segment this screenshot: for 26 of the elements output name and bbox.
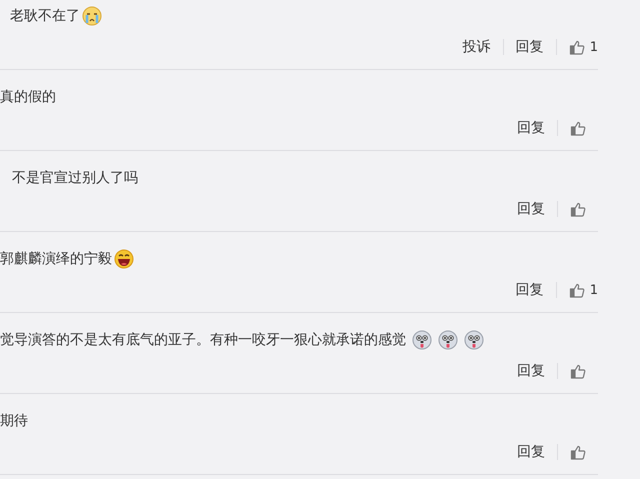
comment-text: 不是官宣过别人了吗 <box>12 169 138 187</box>
dog-face-icon <box>412 330 432 350</box>
dog-face-icon <box>438 330 458 350</box>
reply-link[interactable]: 回复 <box>517 362 545 380</box>
dog-face-icon <box>464 330 484 350</box>
reply-link[interactable]: 回复 <box>517 200 545 218</box>
like-count: 1 <box>590 40 598 54</box>
comment-text: 觉导演答的不是太有底气的亚子。有种一咬牙一狠心就承诺的感觉 <box>0 331 406 349</box>
report-link[interactable]: 投诉 <box>462 38 491 56</box>
reply-link[interactable]: 回复 <box>516 38 544 56</box>
thumbs-up-icon[interactable] <box>570 201 586 217</box>
like-count: 1 <box>590 282 598 298</box>
thumbs-up-icon[interactable] <box>570 363 586 379</box>
comment-text: 郭麒麟演绎的宁毅 <box>0 250 112 268</box>
comment-text: 老耿不在了 <box>10 7 80 25</box>
crying-face-icon <box>82 6 102 26</box>
comment-text: 真的假的 <box>0 88 56 106</box>
laughing-face-icon <box>114 249 134 269</box>
thumbs-up-icon[interactable] <box>570 444 586 460</box>
reply-link[interactable]: 回复 <box>516 281 544 299</box>
reply-link[interactable]: 回复 <box>517 443 545 461</box>
thumbs-up-icon[interactable] <box>568 282 585 298</box>
thumbs-up-icon[interactable] <box>568 39 585 55</box>
reply-link[interactable]: 回复 <box>517 119 545 137</box>
thumbs-up-icon[interactable] <box>570 120 586 136</box>
comment-text: 期待 <box>0 412 28 430</box>
